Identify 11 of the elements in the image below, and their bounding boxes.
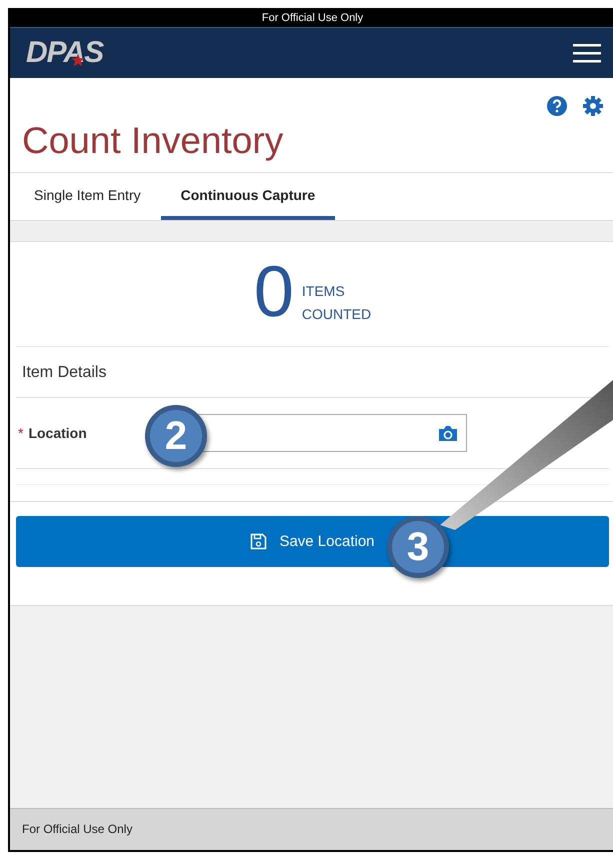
count-number: 0 (254, 256, 294, 328)
banner-text: For Official Use Only (10, 10, 613, 27)
count-label: COUNTED (302, 305, 372, 324)
section-title: Item Details (16, 347, 609, 398)
count-label: ITEMS (302, 282, 346, 301)
logo: DPAS (26, 36, 104, 70)
required-marker: * (18, 425, 24, 441)
footer-text: For Official Use Only (10, 808, 613, 850)
page-title: Count Inventory (21, 119, 284, 163)
tab[interactable]: Single Item Entry (14, 173, 161, 220)
field-label: Location (28, 425, 87, 441)
